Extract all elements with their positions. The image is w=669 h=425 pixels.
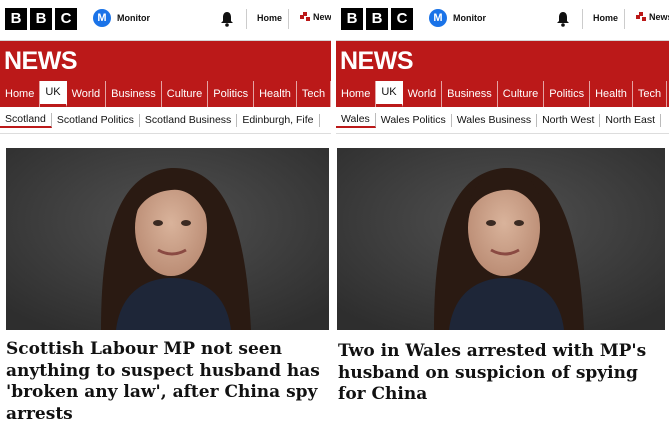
nav-item-business[interactable]: Business (442, 81, 498, 107)
nav-item-culture[interactable]: Culture (162, 81, 209, 107)
nav-item-world[interactable]: World (67, 81, 107, 107)
monitor-link[interactable]: M Monitor (429, 9, 486, 27)
subnav-item-wales-politics[interactable]: Wales Politics (376, 113, 452, 127)
news-banner: NEWS (336, 41, 669, 81)
subnav-item-wales[interactable]: Wales (336, 112, 376, 128)
nav-item-health[interactable]: Health (254, 81, 297, 107)
logo-letter: B (5, 8, 27, 30)
right-pane: B B C M Monitor Home News (336, 0, 669, 425)
logo-letter: C (391, 8, 413, 30)
news-link-label: News (313, 12, 331, 22)
news-link-label: News (649, 12, 669, 22)
subnav-item-scotland-politics[interactable]: Scotland Politics (52, 113, 140, 127)
nav-item-politics[interactable]: Politics (208, 81, 255, 107)
news-banner: NEWS (0, 41, 331, 81)
primary-nav: Home UK World Business Culture Politics … (336, 81, 669, 107)
news-link[interactable]: News (636, 12, 669, 22)
secondary-nav: Scotland Scotland Politics Scotland Busi… (0, 107, 331, 134)
subnav-item-scotland[interactable]: Scotland (0, 112, 52, 128)
subnav-item-north-west[interactable]: North West (537, 113, 601, 127)
nav-item-home[interactable]: Home (0, 81, 41, 107)
nav-item-health[interactable]: Health (590, 81, 633, 107)
topbar-divider (624, 9, 625, 29)
article-photo[interactable] (337, 148, 665, 330)
home-link[interactable]: Home (593, 13, 618, 23)
logo-letter: C (55, 8, 77, 30)
nav-item-politics[interactable]: Politics (544, 81, 591, 107)
bell-icon[interactable] (556, 11, 570, 27)
article-headline[interactable]: Two in Wales arrested with MP's husband … (338, 341, 663, 406)
news-wordmark[interactable]: NEWS (4, 47, 78, 76)
nav-item-uk[interactable]: UK (40, 81, 67, 107)
subnav-item-north-east[interactable]: North East (600, 113, 662, 127)
logo-letter: B (366, 8, 388, 30)
nav-item-tech[interactable]: Tech (297, 81, 331, 107)
news-wordmark[interactable]: NEWS (340, 47, 414, 76)
nav-item-world[interactable]: World (403, 81, 443, 107)
portrait-illustration (337, 148, 665, 330)
news-icon (636, 12, 646, 21)
subnav-item-scotland-business[interactable]: Scotland Business (140, 113, 238, 127)
nav-item-culture[interactable]: Culture (498, 81, 545, 107)
bbc-logo[interactable]: B B C (341, 8, 413, 30)
comparison-screenshot: B B C M Monitor Home News (0, 0, 669, 425)
bbc-logo[interactable]: B B C (5, 8, 77, 30)
news-link[interactable]: News (300, 12, 331, 22)
news-icon (300, 12, 310, 21)
nav-item-tech[interactable]: Tech (633, 81, 668, 107)
left-pane: B B C M Monitor Home News (0, 0, 331, 425)
logo-letter: B (30, 8, 52, 30)
article-photo[interactable] (6, 148, 329, 330)
subnav-item-edinburgh-fife[interactable]: Edinburgh, Fife (237, 113, 320, 127)
monitor-label: Monitor (117, 13, 150, 23)
nav-item-uk[interactable]: UK (376, 81, 403, 107)
topbar-divider (582, 9, 583, 29)
topbar-divider (288, 9, 289, 29)
nav-item-home[interactable]: Home (336, 81, 377, 107)
topbar-divider (246, 9, 247, 29)
monitor-link[interactable]: M Monitor (93, 9, 150, 27)
monitor-icon: M (93, 9, 111, 27)
home-link[interactable]: Home (257, 13, 282, 23)
primary-nav: Home UK World Business Culture Politics … (0, 81, 331, 107)
top-bar: B B C M Monitor Home News (336, 0, 669, 41)
monitor-icon: M (429, 9, 447, 27)
article-headline[interactable]: Scottish Labour MP not seen anything to … (6, 339, 324, 425)
subnav-item-wales-business[interactable]: Wales Business (452, 113, 538, 127)
bell-icon[interactable] (220, 11, 234, 27)
portrait-illustration (6, 148, 329, 330)
top-bar: B B C M Monitor Home News (0, 0, 331, 41)
logo-letter: B (341, 8, 363, 30)
secondary-nav: Wales Wales Politics Wales Business Nort… (336, 107, 669, 134)
monitor-label: Monitor (453, 13, 486, 23)
nav-item-business[interactable]: Business (106, 81, 162, 107)
